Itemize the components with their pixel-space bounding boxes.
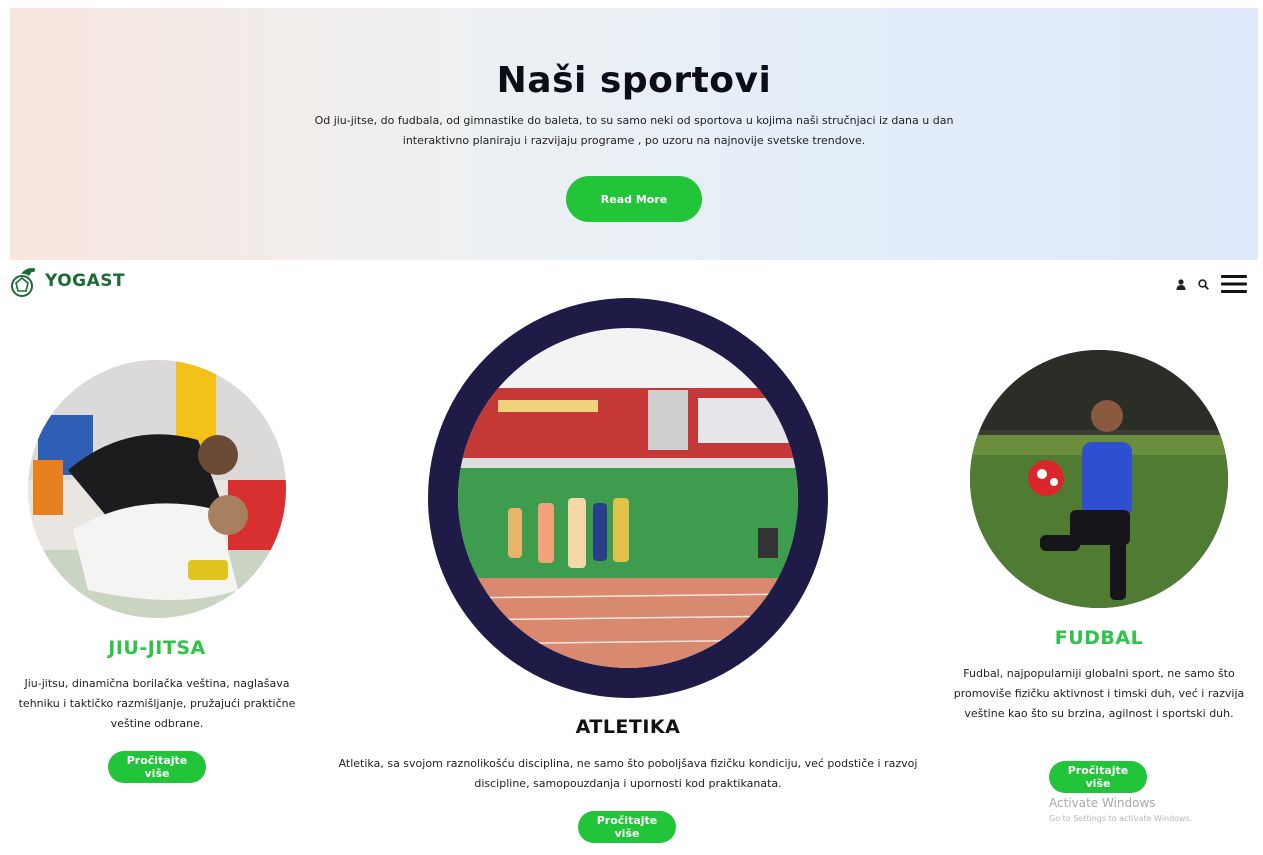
card-text-jiu-jitsa: Jiu-jitsu, dinamična borilačka veština, … <box>18 677 296 730</box>
card-title-jiu-jitsa: JIU-JITSA <box>108 637 206 659</box>
hero-title: Naši sportovi <box>496 60 772 101</box>
page: Naši sportovi Od jiu-jitse, do fudbala, … <box>0 0 1263 855</box>
user-icon[interactable] <box>1176 278 1186 290</box>
hero-banner: Naši sportovi Od jiu-jitse, do fudbala, … <box>10 8 1258 260</box>
header-actions <box>1176 274 1247 294</box>
logo-icon <box>11 268 35 297</box>
jiu-jitsa-image <box>28 360 286 618</box>
hamburger-menu-icon[interactable] <box>1221 274 1247 294</box>
card-title-fudbal: FUDBAL <box>1054 627 1144 649</box>
card-text-fudbal: Fudbal, najpopularniji globalni sport, n… <box>953 667 1245 720</box>
atletika-image <box>458 328 798 668</box>
activate-windows-title: Activate Windows <box>1049 796 1156 810</box>
read-more-button[interactable]: Read More <box>566 176 702 222</box>
logo[interactable]: YOGAST <box>9 264 125 298</box>
fudbal-image <box>970 350 1228 608</box>
read-more-jiu-jitsa-button[interactable]: Pročitajte više <box>108 751 206 783</box>
logo-text: YOGAST <box>45 271 126 291</box>
card-text-atletika: Atletika, sa svojom raznolikošću discipl… <box>338 757 918 790</box>
read-more-atletika-button[interactable]: Pročitajte više <box>578 811 676 843</box>
hero-description: Od jiu-jitse, do fudbala, od gimnastike … <box>314 114 954 147</box>
card-title-atletika: ATLETIKA <box>575 716 681 738</box>
activate-windows-subtitle: Go to Settings to activate Windows. <box>1049 814 1193 823</box>
search-icon[interactable] <box>1198 278 1209 290</box>
read-more-fudbal-button[interactable]: Pročitajte više <box>1049 761 1147 793</box>
